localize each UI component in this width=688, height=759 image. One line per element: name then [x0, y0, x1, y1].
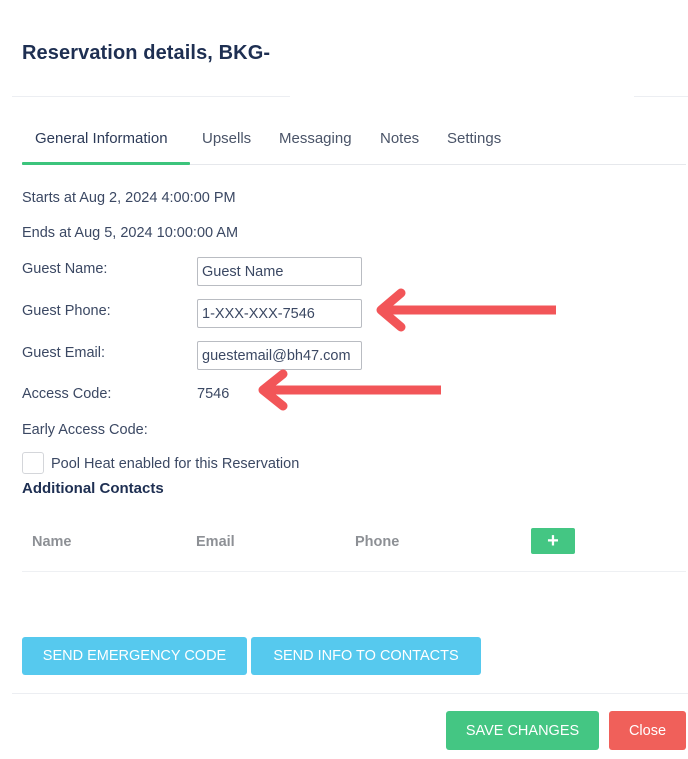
arrow-left-icon [376, 288, 556, 332]
arrow-left-icon [258, 369, 441, 411]
annotation-layer [258, 288, 556, 411]
